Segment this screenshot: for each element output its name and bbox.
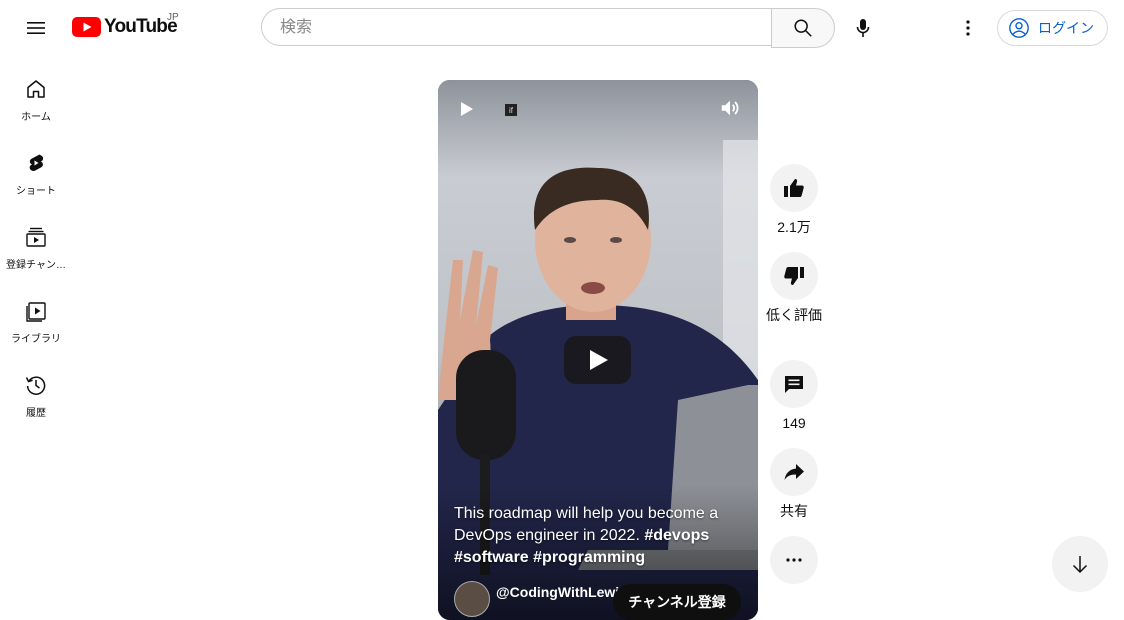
masthead: YouTube JP ログイン [0, 0, 1124, 56]
settings-menu-button[interactable] [948, 8, 988, 48]
sidebar-item-label: 登録チャン… [6, 260, 66, 271]
home-icon [27, 80, 45, 98]
menu-button[interactable] [16, 8, 56, 48]
play-icon [589, 350, 608, 370]
share-label: 共有 [780, 503, 808, 519]
hashtag-link[interactable]: #programming [533, 549, 645, 566]
search-icon [794, 19, 812, 37]
login-label: ログイン [1038, 20, 1094, 36]
like-count: 2.1万 [777, 219, 811, 235]
more-options-button[interactable] [770, 536, 818, 584]
subscribe-button[interactable]: チャンネル登録 [613, 584, 741, 620]
microphone-icon [856, 19, 870, 37]
region-code: JP [167, 12, 179, 23]
shorts-video-player[interactable]: if This roadmap will help you become a D… [438, 80, 758, 620]
like-button[interactable] [770, 164, 818, 212]
sidebar-item-label: 履歴 [26, 408, 46, 419]
hashtag-link[interactable]: #software [454, 549, 529, 566]
dislike-button[interactable] [770, 252, 818, 300]
more-horiz-icon [786, 558, 802, 562]
large-play-button[interactable] [564, 336, 631, 384]
login-button[interactable]: ログイン [997, 10, 1108, 46]
logo-text: YouTube [104, 16, 178, 37]
sidebar-item-subscriptions[interactable]: 登録チャン… [0, 212, 72, 286]
thumbs-up-icon [784, 179, 804, 197]
play-icon[interactable] [457, 100, 475, 118]
shorts-icon [29, 154, 44, 172]
channel-avatar[interactable] [454, 581, 490, 617]
hamburger-icon [27, 22, 45, 34]
youtube-logo[interactable]: YouTube [72, 16, 178, 38]
sidebar-item-shorts[interactable]: ショート [0, 138, 72, 212]
hashtag-link[interactable]: #devops [644, 527, 709, 544]
dislike-action: 低く評価 [766, 252, 822, 324]
video-title[interactable]: This roadmap will help you become a DevO… [454, 503, 744, 569]
channel-info: @CodingWithLewi [454, 581, 619, 617]
comment-count: 149 [782, 415, 806, 431]
next-video-button[interactable] [1052, 536, 1108, 592]
like-action: 2.1万 [770, 164, 818, 236]
search-button[interactable] [771, 8, 835, 48]
search-input[interactable] [278, 9, 752, 47]
channel-handle[interactable]: @CodingWithLewi [496, 584, 619, 600]
sidebar-item-label: ライブラリ [11, 334, 61, 345]
comment-icon [785, 376, 803, 393]
more-vert-icon [966, 20, 970, 36]
search-box [261, 8, 771, 47]
sidebar-item-home[interactable]: ホーム [0, 64, 72, 138]
thumbs-down-icon [784, 267, 804, 285]
youtube-play-logo-icon [72, 17, 101, 37]
arrow-down-icon [1072, 556, 1088, 574]
history-icon [25, 376, 46, 395]
comment-button[interactable] [770, 360, 818, 408]
sidebar-item-label: ショート [16, 186, 56, 197]
dislike-label: 低く評価 [766, 307, 822, 323]
more-action [770, 536, 818, 584]
comment-action: 149 [770, 360, 818, 432]
share-arrow-icon [784, 464, 804, 480]
account-circle-icon [1009, 18, 1029, 38]
volume-icon[interactable] [719, 97, 741, 119]
effect-badge: if [505, 104, 517, 116]
voice-search-button[interactable] [843, 8, 883, 48]
subscriptions-icon [26, 227, 46, 247]
share-button[interactable] [770, 448, 818, 496]
share-action: 共有 [770, 448, 818, 520]
sidebar-item-label: ホーム [21, 112, 51, 123]
sidebar-item-history[interactable]: 履歴 [0, 360, 72, 434]
library-icon [26, 302, 46, 322]
sidebar-item-library[interactable]: ライブラリ [0, 286, 72, 360]
